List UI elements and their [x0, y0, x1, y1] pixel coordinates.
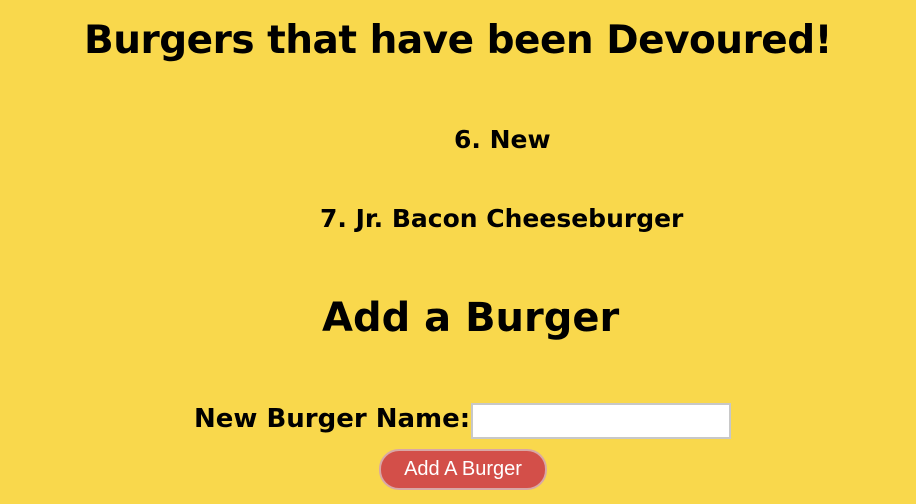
page-title: Burgers that have been Devoured!: [84, 18, 832, 63]
burger-name-input[interactable]: [471, 403, 731, 439]
devoured-burger-item: 6. New: [454, 125, 551, 154]
add-burger-heading: Add a Burger: [322, 295, 620, 341]
devoured-burger-item: 7. Jr. Bacon Cheeseburger: [320, 204, 684, 233]
add-burger-button[interactable]: Add A Burger: [379, 449, 547, 490]
burger-name-label: New Burger Name:: [194, 404, 471, 434]
